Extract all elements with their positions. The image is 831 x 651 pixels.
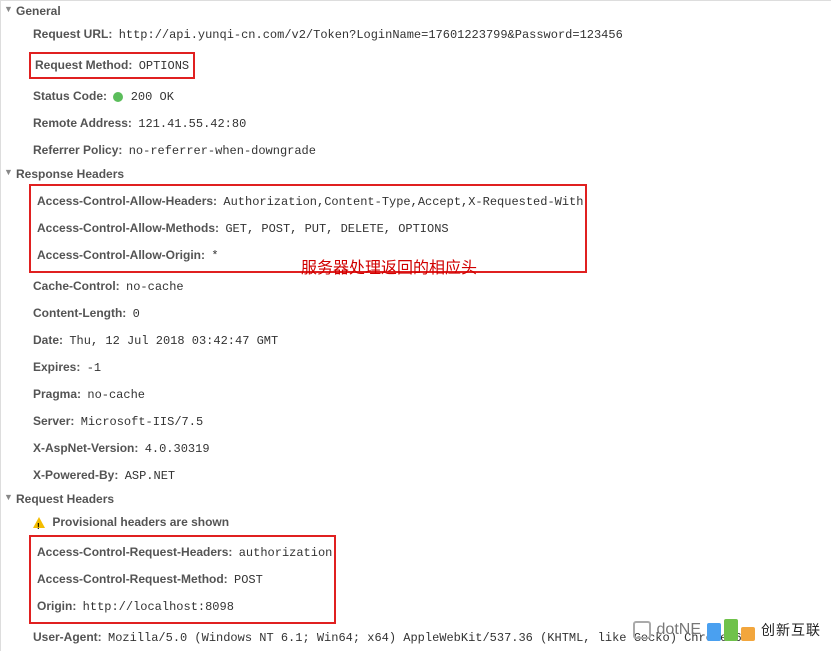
row-acrh: Access-Control-Request-Headers: authoriz… bbox=[33, 539, 332, 566]
value-remote-address: 121.41.55.42:80 bbox=[138, 117, 246, 131]
value-cache-control: no-cache bbox=[126, 280, 184, 294]
row-request-url: Request URL: http://api.yunqi-cn.com/v2/… bbox=[1, 21, 831, 48]
row-x-aspnet-version: X-AspNet-Version: 4.0.30319 bbox=[1, 435, 831, 462]
watermark-text-2: 创新互联 bbox=[761, 620, 821, 640]
label-request-method: Request Method: bbox=[35, 58, 132, 72]
label-x-aspnet-version: X-AspNet-Version: bbox=[33, 441, 138, 455]
row-acam: Access-Control-Allow-Methods: GET, POST,… bbox=[33, 215, 583, 242]
wechat-icon bbox=[633, 621, 651, 639]
value-x-aspnet-version: 4.0.30319 bbox=[145, 442, 210, 456]
label-provisional-warning: Provisional headers are shown bbox=[52, 515, 229, 529]
row-x-powered-by: X-Powered-By: ASP.NET bbox=[1, 462, 831, 489]
value-acrm: POST bbox=[234, 573, 263, 587]
row-remote-address: Remote Address: 121.41.55.42:80 bbox=[1, 110, 831, 137]
row-pragma: Pragma: no-cache bbox=[1, 381, 831, 408]
label-user-agent: User-Agent: bbox=[33, 630, 102, 644]
value-origin: http://localhost:8098 bbox=[83, 600, 234, 614]
value-acam: GET, POST, PUT, DELETE, OPTIONS bbox=[225, 222, 448, 236]
label-status-code: Status Code: bbox=[33, 89, 107, 103]
label-pragma: Pragma: bbox=[33, 387, 81, 401]
row-acrm: Access-Control-Request-Method: POST bbox=[33, 566, 332, 593]
label-server: Server: bbox=[33, 414, 74, 428]
label-remote-address: Remote Address: bbox=[33, 116, 132, 130]
row-request-method: Request Method: OPTIONS bbox=[1, 48, 831, 83]
label-acah: Access-Control-Allow-Headers: bbox=[37, 194, 217, 208]
value-acao: * bbox=[211, 249, 218, 263]
label-request-url: Request URL: bbox=[33, 27, 112, 41]
value-content-length: 0 bbox=[133, 307, 140, 321]
label-x-powered-by: X-Powered-By: bbox=[33, 468, 118, 482]
row-server: Server: Microsoft-IIS/7.5 bbox=[1, 408, 831, 435]
value-request-method: OPTIONS bbox=[139, 59, 189, 73]
label-content-length: Content-Length: bbox=[33, 306, 126, 320]
warning-icon bbox=[33, 517, 45, 528]
value-date: Thu, 12 Jul 2018 03:42:47 GMT bbox=[69, 334, 278, 348]
row-content-length: Content-Length: 0 bbox=[1, 300, 831, 327]
value-acah: Authorization,Content-Type,Accept,X-Requ… bbox=[223, 195, 583, 209]
label-expires: Expires: bbox=[33, 360, 80, 374]
status-dot-icon bbox=[113, 92, 123, 102]
label-acrh: Access-Control-Request-Headers: bbox=[37, 545, 232, 559]
value-acrh: authorization bbox=[239, 546, 333, 560]
label-acao: Access-Control-Allow-Origin: bbox=[37, 248, 205, 262]
row-status-code: Status Code: 200 OK bbox=[1, 83, 831, 110]
label-acrm: Access-Control-Request-Method: bbox=[37, 572, 228, 586]
row-referrer-policy: Referrer Policy: no-referrer-when-downgr… bbox=[1, 137, 831, 164]
value-request-url: http://api.yunqi-cn.com/v2/Token?LoginNa… bbox=[119, 28, 623, 42]
label-origin: Origin: bbox=[37, 599, 76, 613]
annotation-text: 服务器处理返回的相应头 bbox=[301, 254, 477, 278]
row-date: Date: Thu, 12 Jul 2018 03:42:47 GMT bbox=[1, 327, 831, 354]
section-response-headers-title[interactable]: Response Headers bbox=[1, 164, 831, 184]
label-date: Date: bbox=[33, 333, 63, 347]
row-provisional-warning: Provisional headers are shown bbox=[1, 509, 831, 535]
value-pragma: no-cache bbox=[87, 388, 145, 402]
value-server: Microsoft-IIS/7.5 bbox=[81, 415, 203, 429]
row-expires: Expires: -1 bbox=[1, 354, 831, 381]
value-referrer-policy: no-referrer-when-downgrade bbox=[129, 144, 316, 158]
value-x-powered-by: ASP.NET bbox=[125, 469, 175, 483]
value-expires: -1 bbox=[87, 361, 101, 375]
label-cache-control: Cache-Control: bbox=[33, 279, 120, 293]
section-request-headers-title[interactable]: Request Headers bbox=[1, 489, 831, 509]
watermark-text-1: dotNE bbox=[657, 621, 701, 639]
label-acam: Access-Control-Allow-Methods: bbox=[37, 221, 219, 235]
logo-icon bbox=[707, 619, 755, 641]
row-acah: Access-Control-Allow-Headers: Authorizat… bbox=[33, 188, 583, 215]
label-referrer-policy: Referrer Policy: bbox=[33, 143, 122, 157]
highlight-request-cors: Access-Control-Request-Headers: authoriz… bbox=[29, 535, 336, 624]
row-origin: Origin: http://localhost:8098 bbox=[33, 593, 332, 620]
value-status-code: 200 OK bbox=[131, 90, 174, 104]
watermark: dotNE 创新互联 bbox=[633, 619, 821, 641]
section-general-title[interactable]: General bbox=[1, 1, 831, 21]
